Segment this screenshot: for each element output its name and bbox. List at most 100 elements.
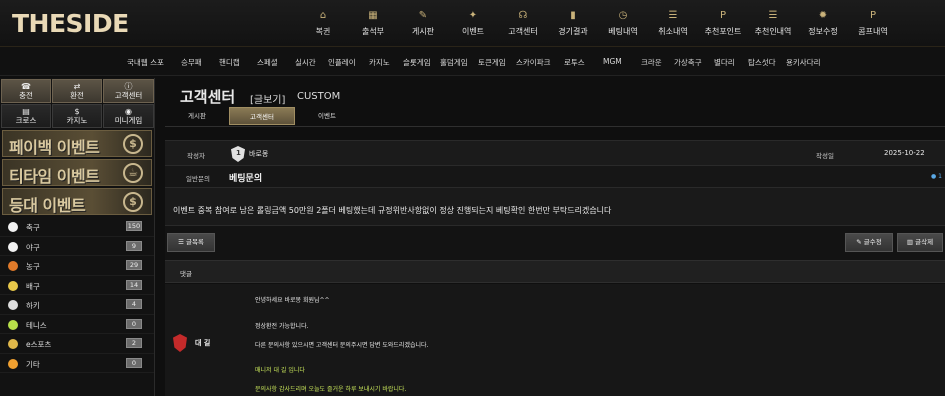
top-nav-item[interactable]: ☊ 고객센터 xyxy=(498,0,548,47)
info-icon: ⓘ xyxy=(124,82,133,91)
sub-nav-item[interactable]: 실시간 xyxy=(295,57,316,68)
top-nav-item[interactable]: ☰ 추천인내역 xyxy=(748,0,798,47)
sub-nav-item[interactable]: 로투스 xyxy=(564,57,585,68)
cards-icon: ▤ xyxy=(22,107,30,116)
author-name: 바로몽 xyxy=(249,150,269,158)
sparkle-icon: ✦ xyxy=(468,10,478,21)
comment-count-value: 1 xyxy=(938,173,942,180)
tab-customer-center[interactable]: 고객센터 xyxy=(229,107,295,125)
comment-header-label: 댓글 xyxy=(180,270,192,278)
quick-button-label: 고객센터 xyxy=(114,91,143,100)
post-subject-row: 일반문의 베팅문의 ● 1 xyxy=(165,166,945,188)
quick-button-label: 충전 xyxy=(19,91,33,100)
esports-icon xyxy=(8,339,18,349)
tab-board[interactable]: 게시판 xyxy=(175,107,219,125)
reply-item: 대 길 안녕하세요 바로몽 회원님^^ 정상환전 가능합니다. 다른 문의사항 … xyxy=(165,284,945,396)
quick-button[interactable]: ☎ 충전 xyxy=(1,79,51,103)
basketball-icon xyxy=(8,261,18,271)
top-nav-label: 정보수정 xyxy=(808,27,838,36)
quick-button[interactable]: ◉ 미니게임 xyxy=(103,104,154,128)
top-nav-item[interactable]: ✎ 게시판 xyxy=(398,0,448,47)
exchange-icon: ⇄ xyxy=(73,82,81,91)
sport-item[interactable]: 하키 4 xyxy=(0,295,154,315)
site-logo[interactable]: THESIDE xyxy=(12,9,129,38)
sport-count: 4 xyxy=(126,299,142,309)
event-banner[interactable]: 등대 이벤트 $ xyxy=(2,188,152,215)
sport-count: 0 xyxy=(126,357,142,368)
top-nav-item[interactable]: ⌂ 복귄 xyxy=(298,0,348,47)
sport-item[interactable]: 야구 9 xyxy=(0,237,154,256)
sport-item[interactable]: 테니스 0 xyxy=(0,315,154,334)
event-banner[interactable]: 페이백 이벤트 $ xyxy=(2,130,152,157)
list-icon: ☰ xyxy=(668,10,678,21)
edit-button[interactable]: ✎ 글수정 xyxy=(845,233,893,252)
sub-nav-item[interactable]: MGM xyxy=(603,57,622,66)
quick-button[interactable]: ⓘ 고객센터 xyxy=(103,79,154,103)
post-body-text: 이벤트 중복 참여로 남은 롤링금액 50만원 2폴더 베팅했는데 규정위반사항… xyxy=(173,206,612,215)
sport-item[interactable]: 기타 0 xyxy=(0,354,154,373)
top-nav-item[interactable]: P 콤프내역 xyxy=(848,0,898,47)
tab-event[interactable]: 이벤트 xyxy=(305,107,349,125)
quick-button[interactable]: ⇄ 환전 xyxy=(52,79,102,103)
sub-nav-item[interactable]: 홀덤게임 xyxy=(440,57,468,68)
sub-nav-item[interactable]: 인플레이 xyxy=(328,57,356,68)
list-button[interactable]: ☰ 글목록 xyxy=(167,233,215,252)
hockey-icon xyxy=(8,300,18,310)
top-nav-item[interactable]: ✹ 정보수정 xyxy=(798,0,848,47)
delete-button[interactable]: ▥ 글삭제 xyxy=(897,233,943,252)
top-nav-item[interactable]: ▦ 출석부 xyxy=(348,0,398,47)
headset-icon: ☊ xyxy=(518,10,528,21)
post-subject: 베팅문의 xyxy=(229,174,263,184)
sub-nav-item[interactable]: 토큰게임 xyxy=(478,57,506,68)
manager-badge-icon xyxy=(173,334,187,352)
coin-icon: P xyxy=(869,10,877,21)
sport-label: 배구 xyxy=(26,281,40,291)
sub-nav-item[interactable]: 스페셜 xyxy=(257,57,278,68)
clock-icon: ◷ xyxy=(618,10,628,21)
quick-button-label: 크로스 xyxy=(15,116,37,125)
sport-item[interactable]: 농구 29 xyxy=(0,256,154,276)
sub-nav-item[interactable]: 용키사다리 xyxy=(786,57,821,68)
sub-nav-item[interactable]: 스카이파크 xyxy=(516,57,551,68)
sport-item[interactable]: 배구 14 xyxy=(0,276,154,295)
trash-icon: ▥ xyxy=(906,238,914,246)
sub-nav-item[interactable]: 슬롯게임 xyxy=(403,57,431,68)
quick-button[interactable]: $ 카지노 xyxy=(52,104,102,128)
top-nav-item[interactable]: P 추천포인트 xyxy=(698,0,748,47)
reply-line: 문의사항 감사드리며 오늘도 즐거운 하루 보내시기 바랍니다. xyxy=(255,386,407,393)
sport-count: 150 xyxy=(126,221,142,231)
edit-icon: ✎ xyxy=(856,238,862,246)
sports-list: 축구 150 야구 9 농구 29 배구 14 하키 4 테니스 0 e스포츠 2 기타 0 xyxy=(0,217,154,373)
level-badge-icon xyxy=(231,146,245,162)
top-nav-item[interactable]: ▮ 경기결과 xyxy=(548,0,598,47)
post-meta-row: 작성자 바로몽 작성일 2025-10-22 xyxy=(165,140,945,166)
sport-item[interactable]: e스포츠 2 xyxy=(0,334,154,354)
top-nav-item[interactable]: ☰ 취소내역 xyxy=(648,0,698,47)
quick-button[interactable]: ▤ 크로스 xyxy=(1,104,51,128)
sport-count: 2 xyxy=(126,338,142,348)
reply-line: 다른 문의사항 있으시면 고객센터 문의주시면 답변 도와드리겠습니다. xyxy=(255,342,429,349)
sub-nav-item[interactable]: 탑스섯다 xyxy=(748,57,776,68)
sub-nav-item[interactable]: 크라운 xyxy=(641,57,662,68)
sub-nav-item[interactable]: 별다리 xyxy=(714,57,735,68)
top-nav-item[interactable]: ◷ 베팅내역 xyxy=(598,0,648,47)
sub-nav-item[interactable]: 카지노 xyxy=(369,57,390,68)
sport-label: e스포츠 xyxy=(26,340,52,349)
sport-label: 농구 xyxy=(26,262,40,271)
sub-nav-item[interactable]: 가상축구 xyxy=(674,57,702,68)
top-nav-label: 추천포인트 xyxy=(704,27,742,36)
phone-icon: ☎ xyxy=(21,82,31,91)
sub-nav-item[interactable]: 승무패 xyxy=(181,57,202,68)
event-banner-title: 등대 이벤트 xyxy=(9,196,86,215)
board-icon: ✎ xyxy=(418,10,428,21)
event-banner[interactable]: 티타임 이벤트 ☕ xyxy=(2,159,152,186)
edit-button-label: 글수정 xyxy=(863,238,882,246)
sport-item[interactable]: 축구 150 xyxy=(0,217,154,237)
sub-nav: 국내웹 스포 승무패 핸디캡 스페셜 실시간 인플레이 카지노 슬롯게임 홀덤게임 토큰게임 스카이… xyxy=(0,47,945,76)
sub-nav-item[interactable]: 국내웹 스포 xyxy=(127,57,164,68)
top-nav-item[interactable]: ✦ 이벤트 xyxy=(448,0,498,47)
sport-count: 29 xyxy=(126,260,142,270)
calendar-icon: ▦ xyxy=(368,10,378,21)
sub-nav-item[interactable]: 핸디캡 xyxy=(219,57,240,68)
event-banner-title: 페이백 이벤트 xyxy=(9,138,100,157)
